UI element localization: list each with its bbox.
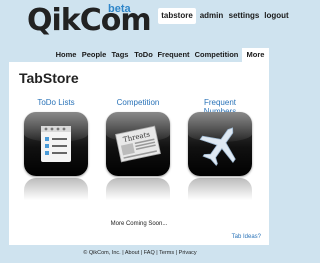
icon-reflection [106,178,170,200]
tab-more[interactable]: More [242,48,269,62]
tabstore-panel: TabStore ToDo Lists Competition Threats [9,62,269,245]
app-label-competition[interactable]: Competition [106,98,170,107]
icon-reflection [24,178,88,200]
newspaper-icon: Threats [115,125,161,163]
footer-separator: | [175,250,178,256]
more-coming-soon: More Coming Soon... [110,221,168,227]
tab-ideas-link[interactable]: Tab Ideas? [232,234,261,240]
app-label-todo-lists[interactable]: ToDo Lists [24,98,88,107]
tab-bar: Home People Tags ToDo Frequent Competiti… [53,48,269,62]
tab-tags[interactable]: Tags [109,48,131,62]
footer-terms-link[interactable]: Terms [159,250,174,256]
page-title: TabStore [19,70,79,86]
nav-settings[interactable]: settings [228,8,260,24]
nav-admin[interactable]: admin [199,8,224,24]
airplane-icon [199,127,236,166]
icon-reflection [188,178,252,200]
app-todo-lists[interactable] [24,112,88,176]
footer-separator: | [140,250,143,256]
nav-logout[interactable]: logout [263,8,290,24]
checklist-icon [41,126,71,162]
footer-privacy-link[interactable]: Privacy [179,250,197,256]
app-frequent-numbers[interactable] [188,112,252,176]
qikcom-logo[interactable]: QikCom beta [27,3,152,42]
app-competition[interactable]: Threats [106,112,170,176]
footer-faq-link[interactable]: FAQ [144,250,155,256]
footer-separator: | [122,250,124,256]
tab-people[interactable]: People [80,48,108,62]
tab-home[interactable]: Home [53,48,79,62]
tab-frequent[interactable]: Frequent [156,48,191,62]
tab-todo[interactable]: ToDo [132,48,155,62]
nav-tabstore[interactable]: tabstore [158,8,196,24]
footer-about-link[interactable]: About [125,250,139,256]
beta-badge: beta [108,3,131,15]
footer-copyright: © QikCom, Inc. [83,250,121,256]
footer-separator: | [156,250,158,256]
footer: © QikCom, Inc. | About | FAQ | Terms | P… [0,250,280,256]
top-nav: tabstore admin settings logout [158,8,300,24]
tab-competition[interactable]: Competition [192,48,241,62]
logo-text: QikCom [27,3,152,38]
